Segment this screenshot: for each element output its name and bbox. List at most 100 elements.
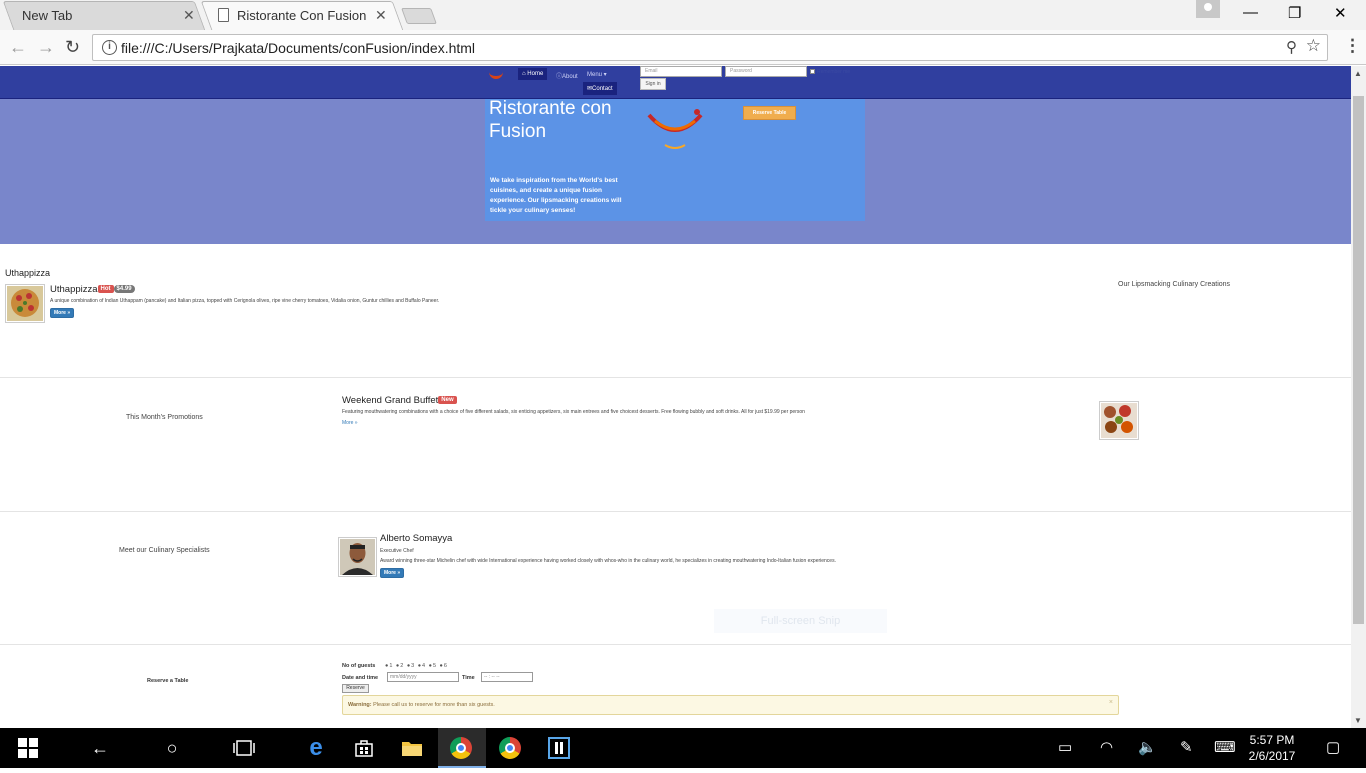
- leader-more-button[interactable]: More »: [380, 568, 405, 578]
- buffet-image-icon: [1101, 403, 1137, 438]
- promotion-name: Weekend Grand Buffet: [342, 395, 439, 406]
- edge-glyph: e: [309, 734, 323, 761]
- reservation-caption: Reserve a Table: [147, 678, 189, 684]
- page-favicon-icon: [218, 8, 229, 22]
- bookmark-star-icon[interactable]: ☆: [1306, 36, 1321, 56]
- app-taskbar-icon[interactable]: [535, 728, 583, 768]
- scroll-up-icon[interactable]: ▲: [1354, 69, 1362, 78]
- date-input[interactable]: mm/dd/yyyy: [387, 672, 459, 682]
- cortana-icon[interactable]: ○: [148, 728, 196, 768]
- file-explorer-icon[interactable]: [388, 728, 436, 768]
- date-label: Date and time: [342, 675, 379, 681]
- edge-browser-icon[interactable]: e: [292, 728, 340, 768]
- back-icon[interactable]: ←: [9, 37, 27, 58]
- restore-icon[interactable]: ❐: [1288, 4, 1301, 22]
- battery-icon[interactable]: ▭: [1058, 738, 1072, 756]
- pen-icon[interactable]: ✎: [1180, 738, 1193, 756]
- site-navbar: ⌂ Home ⓘAbout Menu ▾ ✉Contact Email Pass…: [0, 66, 1351, 99]
- dish-description: A unique combination of Indian Uthappam …: [50, 298, 440, 304]
- nav-home-label: Home: [527, 71, 544, 77]
- close-icon[interactable]: ×: [1109, 699, 1113, 706]
- dish-section-caption: Our Lipsmacking Culinary Creations: [1118, 281, 1231, 288]
- nav-menu[interactable]: Menu ▾: [587, 71, 607, 78]
- dish-more-button[interactable]: More »: [50, 308, 75, 318]
- promotion-thumbnail[interactable]: [1099, 401, 1139, 440]
- scroll-down-icon[interactable]: ▼: [1354, 716, 1362, 725]
- guests-label: No of guests: [342, 663, 376, 669]
- taskbar-back-icon[interactable]: ←: [76, 728, 124, 768]
- nav-contact-label: Contact: [592, 86, 613, 92]
- promotion-more-link[interactable]: More »: [342, 420, 358, 426]
- reservation-row: [0, 644, 1351, 728]
- new-tab-button[interactable]: [401, 8, 437, 24]
- task-view-glyph: [233, 740, 255, 756]
- email-input[interactable]: Email: [640, 66, 722, 77]
- jumbotron: Ristorante con Fusion We take inspiratio…: [0, 98, 1351, 244]
- reserve-button[interactable]: Reserve: [342, 684, 369, 693]
- leader-photo[interactable]: [338, 537, 377, 577]
- nav-home[interactable]: ⌂ Home: [518, 68, 548, 80]
- guests-radio-group[interactable]: ●1 ●2 ●3 ●4 ●5 ●6: [385, 663, 448, 669]
- chrome-logo-icon: [499, 737, 521, 759]
- nav-about[interactable]: ⓘAbout: [556, 71, 578, 80]
- address-url[interactable]: file:///C:/Users/Prajkata/Documents/conF…: [121, 40, 475, 56]
- warning-message: Please call us to reserve for more than …: [373, 702, 495, 708]
- pizza-image-icon: [7, 286, 43, 321]
- wifi-icon[interactable]: ◠: [1100, 738, 1113, 756]
- remember-checkbox[interactable]: [810, 69, 815, 74]
- leader-row: [0, 511, 1351, 644]
- scrollbar-thumb[interactable]: [1353, 96, 1364, 624]
- system-clock[interactable]: 5:57 PM 2/6/2017: [1240, 732, 1304, 764]
- password-input[interactable]: Password: [725, 66, 807, 77]
- dish-thumbnail[interactable]: [5, 284, 45, 323]
- tab-close-icon[interactable]: ✕: [183, 7, 195, 24]
- nav-about-label: About: [562, 74, 578, 80]
- tab-new-tab[interactable]: New Tab ✕: [2, 1, 206, 30]
- promotion-row: [0, 377, 1351, 511]
- windows-taskbar: ← ○ e ▭ ◠ 🔈 ✎ ⌨ 5:57 PM 2/6/2017 ▢: [0, 728, 1366, 768]
- browser-tabstrip: New Tab ✕ Ristorante Con Fusion ✕ — ❐ ✕: [0, 0, 1366, 30]
- snip-overlay[interactable]: Full-screen Snip: [714, 609, 887, 633]
- store-icon[interactable]: [340, 728, 388, 768]
- browser-menu-icon[interactable]: ⋮: [1344, 36, 1361, 56]
- chef-avatar-icon: [340, 539, 375, 575]
- time-input[interactable]: -- : -- --: [481, 672, 533, 682]
- profile-avatar-icon[interactable]: [1196, 0, 1220, 18]
- task-view-icon[interactable]: [220, 728, 268, 768]
- page-scrollbar[interactable]: ▲ ▼: [1351, 66, 1366, 728]
- notifications-icon[interactable]: ▢: [1326, 738, 1340, 756]
- clock-date: 2/6/2017: [1248, 749, 1296, 763]
- jumbotron-title: Ristorante con Fusion: [489, 98, 612, 142]
- address-bar[interactable]: i file:///C:/Users/Prajkata/Documents/co…: [92, 34, 1328, 61]
- time-label: Time: [462, 675, 475, 681]
- remember-label: Remember me: [817, 69, 851, 75]
- page-viewport: ⌂ Home ⓘAbout Menu ▾ ✉Contact Email Pass…: [0, 66, 1351, 728]
- dish-name: Uthappizza: [50, 284, 98, 295]
- reload-icon[interactable]: ↻: [65, 37, 80, 58]
- chrome-taskbar-icon[interactable]: [487, 728, 535, 768]
- close-window-icon[interactable]: ✕: [1334, 4, 1347, 22]
- signin-button[interactable]: Sign in: [640, 78, 666, 90]
- start-button[interactable]: [4, 728, 52, 768]
- brand-logo[interactable]: [489, 69, 503, 79]
- jumbotron-text: We take inspiration from the World's bes…: [490, 177, 622, 214]
- site-info-icon[interactable]: i: [102, 40, 117, 55]
- tab-close-icon[interactable]: ✕: [375, 7, 387, 24]
- tab-ristorante[interactable]: Ristorante Con Fusion ✕: [200, 1, 404, 30]
- nav-contact[interactable]: ✉Contact: [583, 82, 617, 95]
- forward-icon[interactable]: →: [37, 37, 55, 58]
- keyboard-icon[interactable]: ⌨: [1214, 738, 1236, 756]
- new-badge: New: [438, 396, 457, 405]
- volume-icon[interactable]: 🔈: [1138, 738, 1157, 756]
- promotion-title: Weekend Grand Buffet New: [342, 395, 457, 406]
- chrome-taskbar-icon-active[interactable]: [438, 728, 486, 768]
- zoom-icon[interactable]: ⚲: [1286, 38, 1297, 56]
- leader-section-caption: Meet our Culinary Specialists: [119, 547, 210, 554]
- dish-title: Uthappizza Hot $4.99: [50, 284, 135, 295]
- reserve-table-button[interactable]: Reserve Table: [743, 106, 796, 120]
- dish-heading: Uthappizza: [5, 268, 51, 278]
- minimize-icon[interactable]: —: [1243, 4, 1258, 21]
- folder-glyph: [402, 742, 422, 756]
- promotion-section-caption: This Month's Promotions: [126, 414, 203, 421]
- nav-menu-label: Menu: [587, 72, 603, 78]
